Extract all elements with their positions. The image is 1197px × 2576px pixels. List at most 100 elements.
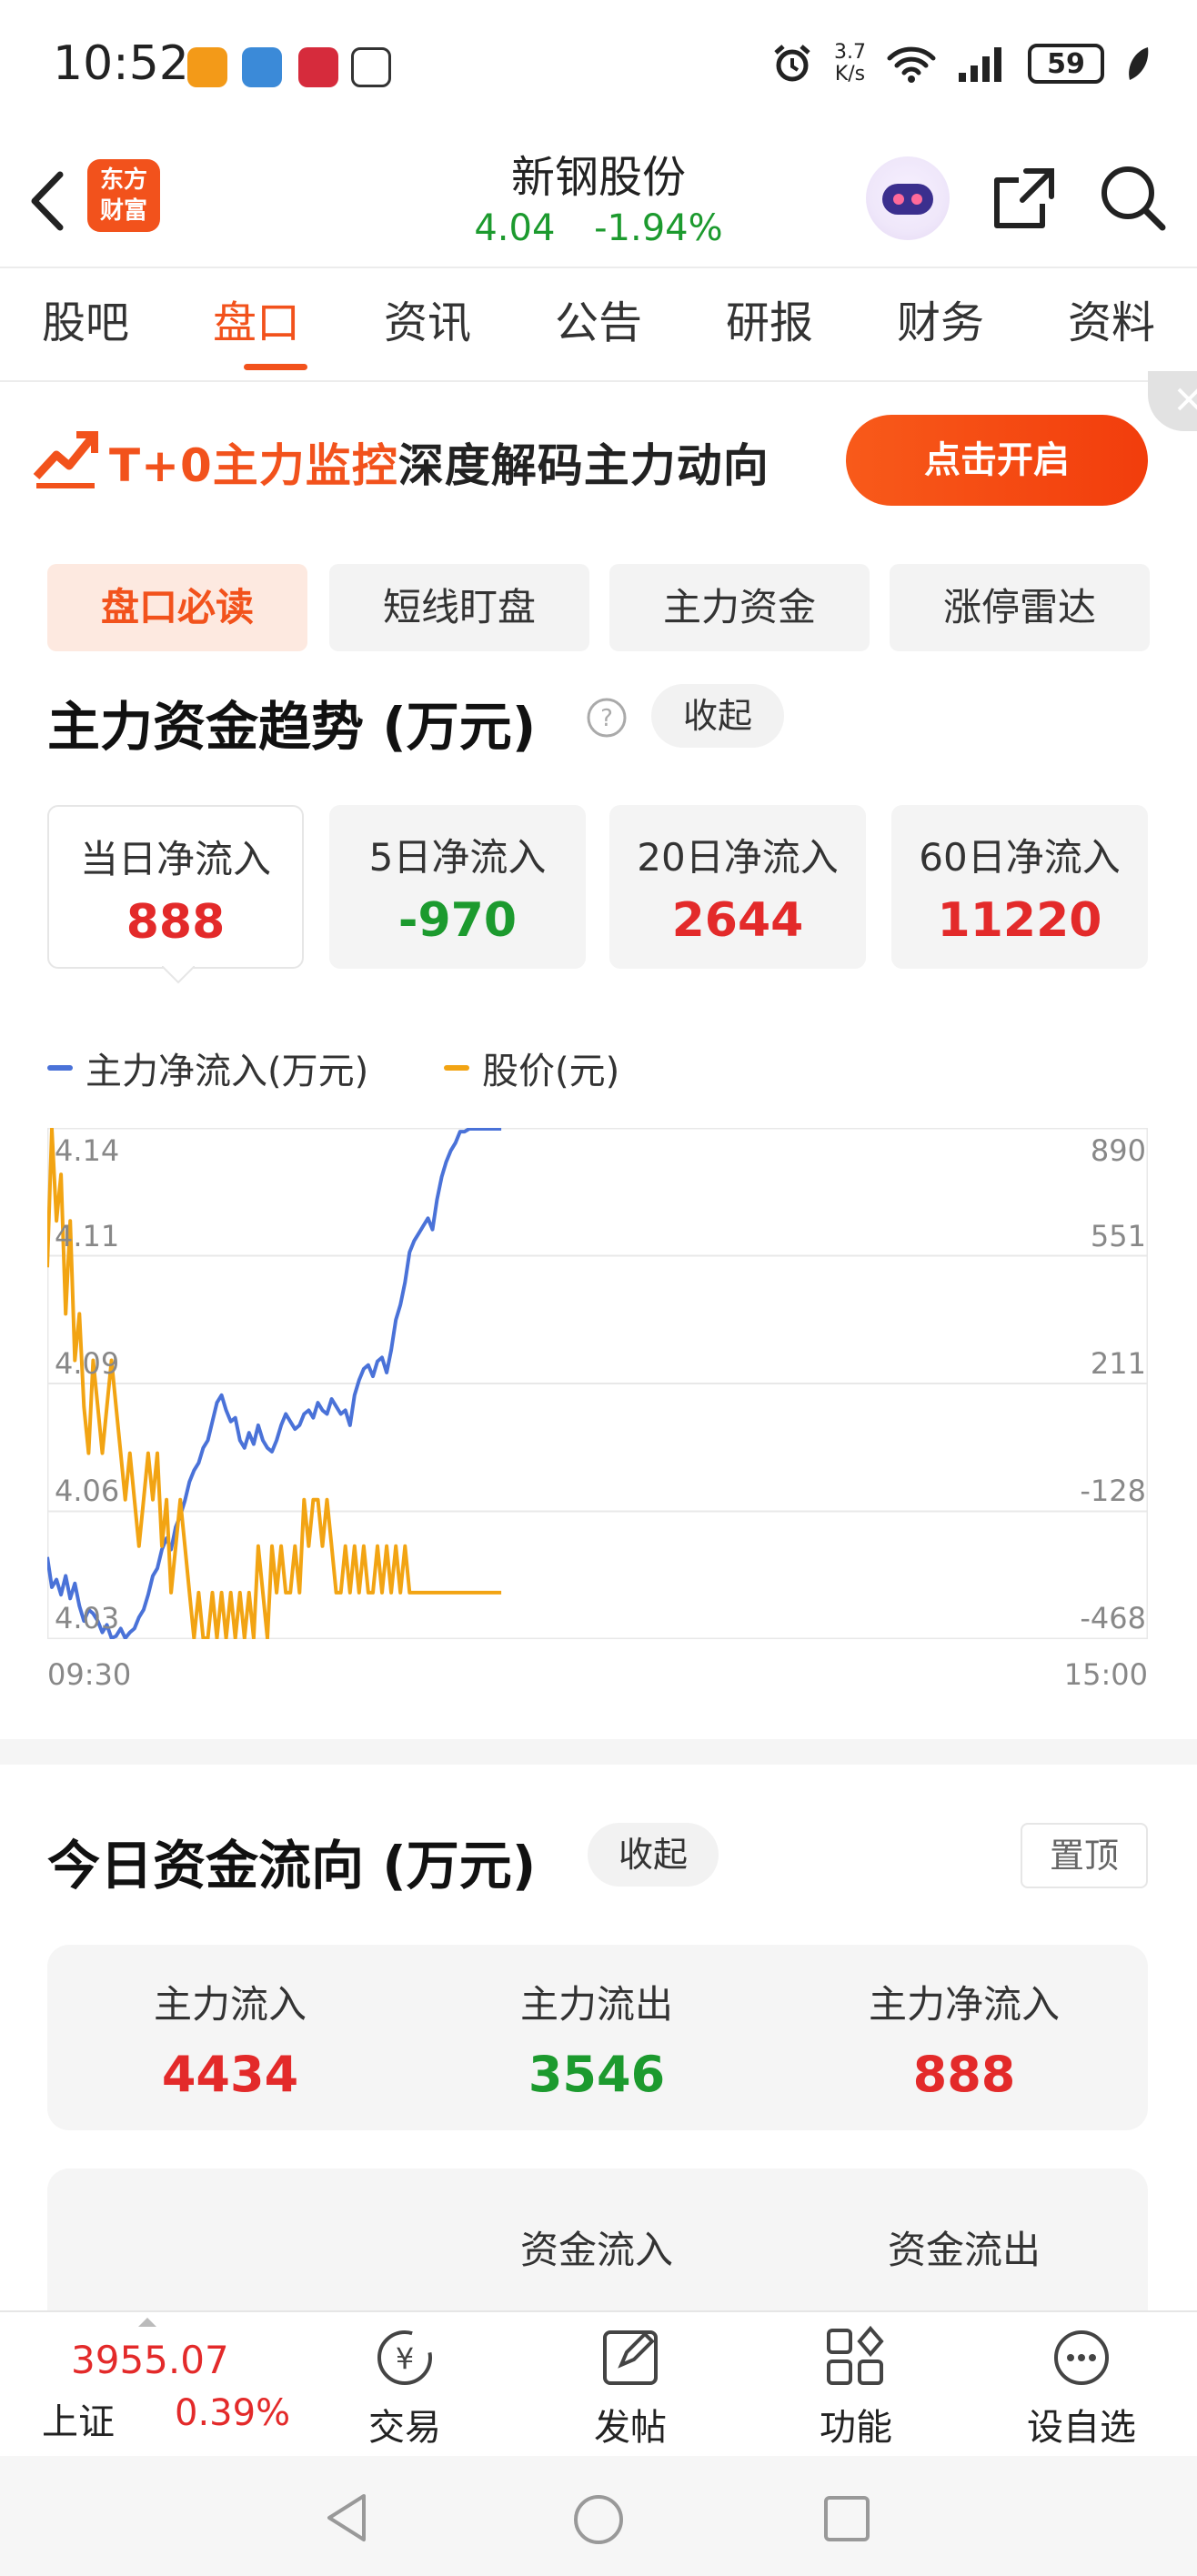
- svg-text:¥: ¥: [396, 2341, 414, 2376]
- net-speed: 3.7 K/s: [834, 42, 866, 86]
- card-label: 5日净流入: [368, 835, 547, 880]
- active-tab-indicator: [244, 364, 307, 370]
- index-change: 0.39%: [175, 2392, 291, 2434]
- app-notification-icon: [187, 47, 227, 87]
- card-label: 20日净流入: [637, 835, 839, 880]
- index-ticker[interactable]: 3955.07 上证 0.39%: [0, 2312, 291, 2456]
- net-speed-value: 3.7: [834, 41, 866, 64]
- flow-stat-inflow: 主力流入 4434: [66, 1974, 394, 2103]
- left-tick: 4.03: [55, 1601, 120, 1635]
- net-inflow-card-20d[interactable]: 20日净流入 2644: [609, 805, 866, 969]
- legend-net-inflow: 主力净流入(万元): [47, 1041, 368, 1094]
- nav-post[interactable]: 发帖: [562, 2325, 699, 2450]
- nav-add-watchlist[interactable]: 设自选: [1013, 2325, 1150, 2450]
- main-tabs: 股吧 盘口 资讯 公告 研报 财务 资料: [0, 268, 1197, 382]
- status-right: 3.7 K/s 59: [770, 42, 1152, 86]
- flow-stat-label: 主力净流入: [868, 1982, 1060, 2027]
- battery-level: 59: [1047, 47, 1085, 80]
- card-value: 888: [126, 895, 226, 950]
- left-tick: 4.11: [55, 1219, 120, 1253]
- banner-highlight: T+0主力监控: [109, 439, 398, 492]
- tab-research[interactable]: 研报: [684, 268, 855, 380]
- trend-collapse-button[interactable]: 收起: [651, 684, 784, 748]
- net-inflow-card-5d[interactable]: 5日净流入 -970: [329, 805, 586, 969]
- more-icon: [1054, 2330, 1109, 2385]
- banner-text: T+0主力监控深度解码主力动向: [109, 429, 770, 495]
- right-tick: -468: [1080, 1601, 1146, 1635]
- subtab-limit-up-radar[interactable]: 涨停雷达: [890, 564, 1150, 651]
- stock-change: -1.94%: [594, 207, 723, 249]
- system-nav-bar: [0, 2456, 1197, 2576]
- left-tick: 4.06: [55, 1474, 120, 1508]
- nav-label: 功能: [820, 2407, 892, 2449]
- nav-label: 交易: [368, 2407, 441, 2449]
- card-label: 当日净流入: [79, 837, 271, 881]
- system-back-icon[interactable]: [324, 2492, 369, 2543]
- nfc-icon: [351, 47, 391, 87]
- battery-icon: 59: [1028, 44, 1104, 84]
- fund-trend-chart[interactable]: [47, 1128, 1148, 1639]
- alarm-icon: [774, 45, 810, 82]
- legend-label: 股价(元): [482, 1051, 620, 1092]
- tab-news[interactable]: 资讯: [342, 268, 513, 380]
- index-name: 上证: [42, 2401, 115, 2443]
- flow-stat-value: 3546: [528, 2046, 666, 2103]
- edit-icon: [603, 2330, 658, 2385]
- right-tick: 551: [1090, 1219, 1146, 1253]
- net-speed-unit: K/s: [834, 63, 866, 86]
- flow-stat-value: 4434: [161, 2046, 299, 2103]
- flow-stat-label: 主力流入: [153, 1982, 307, 2027]
- search-icon[interactable]: [1097, 162, 1170, 235]
- system-home-icon[interactable]: [571, 2492, 626, 2547]
- subtab-short-watch[interactable]: 短线盯盘: [329, 564, 589, 651]
- nav-label: 发帖: [594, 2407, 667, 2449]
- banner-open-button[interactable]: 点击开启: [846, 415, 1148, 506]
- flow-stat-net: 主力净流入 888: [800, 1974, 1128, 2103]
- app-notification-icon: [298, 47, 338, 87]
- robot-icon: [882, 184, 933, 215]
- help-icon[interactable]: ?: [586, 697, 628, 739]
- right-tick: 211: [1090, 1346, 1146, 1381]
- trade-icon: ¥: [377, 2330, 432, 2385]
- flow-collapse-button[interactable]: 收起: [588, 1823, 719, 1887]
- right-tick: -128: [1080, 1474, 1146, 1508]
- banner-rest: 深度解码主力动向: [397, 439, 770, 492]
- flow-stat-outflow: 主力流出 3546: [433, 1974, 760, 2103]
- caret-up-icon: [138, 2318, 156, 2327]
- card-value: -970: [397, 893, 518, 948]
- index-value: 3955.07: [71, 2338, 229, 2382]
- pin-top-button[interactable]: 置顶: [1021, 1823, 1148, 1888]
- subtab-must-read[interactable]: 盘口必读: [47, 564, 307, 651]
- legend-price: 股价(元): [444, 1041, 619, 1094]
- tab-finance[interactable]: 财务: [855, 268, 1026, 380]
- nav-trade[interactable]: ¥ 交易: [337, 2325, 473, 2450]
- nav-functions[interactable]: 功能: [788, 2325, 924, 2450]
- promo-banner[interactable]: T+0主力监控深度解码主力动向 点击开启: [0, 382, 1197, 537]
- stock-price: 4.04: [474, 207, 556, 249]
- share-icon[interactable]: [990, 164, 1059, 233]
- ai-assistant-avatar[interactable]: [866, 156, 950, 240]
- tab-profile[interactable]: 资料: [1026, 268, 1197, 380]
- card-value: 11220: [937, 893, 1102, 948]
- status-bar: 10:52 3.7 K/s 59: [0, 0, 1197, 136]
- card-value: 2644: [671, 893, 804, 948]
- bottom-toolbar: 3955.07 上证 0.39% ¥ 交易 发帖 功能 设自选: [0, 2310, 1197, 2456]
- leaf-icon: [1129, 47, 1149, 80]
- app-notification-icon: [242, 47, 282, 87]
- tab-announcements[interactable]: 公告: [513, 268, 684, 380]
- left-tick: 4.09: [55, 1346, 120, 1381]
- net-inflow-card-today[interactable]: 当日净流入 888: [47, 805, 304, 969]
- table-header-inflow: 资金流入: [519, 2228, 673, 2272]
- subtab-main-funds[interactable]: 主力资金: [609, 564, 870, 651]
- net-inflow-card-60d[interactable]: 60日净流入 11220: [891, 805, 1148, 969]
- tab-guba[interactable]: 股吧: [0, 268, 171, 380]
- table-header-outflow: 资金流出: [887, 2228, 1041, 2272]
- system-recents-icon[interactable]: [822, 2494, 871, 2543]
- card-label: 60日净流入: [919, 835, 1121, 880]
- flow-title: 今日资金流向 (万元): [47, 1835, 537, 1897]
- x-tick-end: 15:00: [1063, 1657, 1148, 1692]
- status-time: 10:52: [53, 36, 189, 91]
- legend-swatch: [444, 1065, 469, 1071]
- signal-icon: [959, 47, 1001, 82]
- section-divider: [0, 1739, 1197, 1765]
